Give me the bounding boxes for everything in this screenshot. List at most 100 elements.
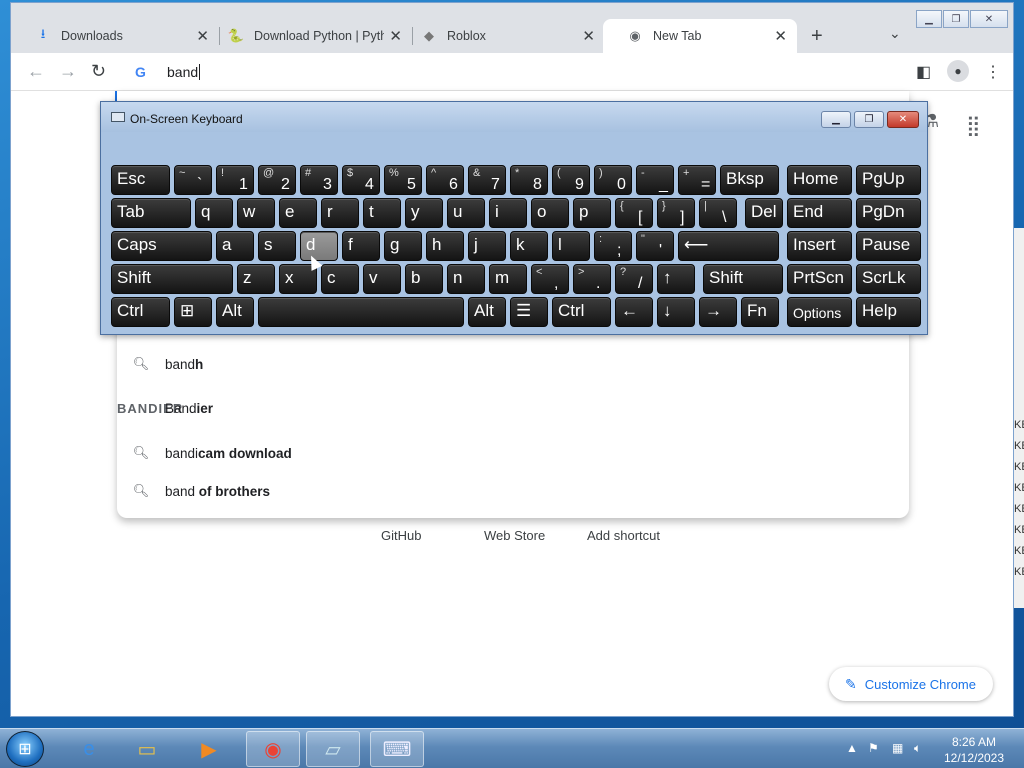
suggestion-item[interactable]: BANDIER Bandier [117, 390, 909, 426]
maximize-button[interactable]: ❐ [943, 10, 969, 28]
forward-icon[interactable]: → [59, 61, 77, 82]
key-space[interactable] [258, 297, 464, 327]
tab-search-chevron-icon[interactable]: ⌄ [889, 25, 901, 42]
key-PgUp[interactable]: PgUp [856, 165, 921, 195]
media-player-icon[interactable]: ▶ [182, 731, 236, 767]
suggestion-item[interactable]: 🔍︎ band of brothers [117, 473, 909, 509]
chrome-icon[interactable]: ◉ [246, 731, 300, 767]
key-Fn[interactable]: Fn [741, 297, 779, 327]
key-3[interactable]: #3 [300, 165, 338, 195]
key-s[interactable]: s [258, 231, 296, 261]
key-4[interactable]: $4 [342, 165, 380, 195]
key-Tab[interactable]: Tab [111, 198, 191, 228]
key-z[interactable]: z [237, 264, 275, 294]
key-8[interactable]: * 8 [510, 165, 548, 195]
key-Ctrl[interactable]: Ctrl [552, 297, 611, 327]
key-Alt[interactable]: Alt [468, 297, 506, 327]
profile-icon[interactable]: ● [947, 60, 969, 82]
key-↓[interactable]: ↓ [657, 297, 695, 327]
key-Help[interactable]: Help [856, 297, 921, 327]
key-⟵[interactable]: ⟵ [678, 231, 779, 261]
key-d[interactable]: d [300, 231, 338, 261]
key-Pause[interactable]: Pause [856, 231, 921, 261]
volume-muted-icon[interactable]: 🔈︎ [914, 741, 921, 756]
key-Del[interactable]: Del [745, 198, 783, 228]
side-panel-icon[interactable]: ◧ [916, 62, 931, 82]
osk-icon[interactable]: ⌨ [370, 731, 424, 767]
key-Esc[interactable]: Esc [111, 165, 170, 195]
key-=[interactable]: + = [678, 165, 716, 195]
key-i[interactable]: i [489, 198, 527, 228]
key-2[interactable]: @2 [258, 165, 296, 195]
customize-chrome-button[interactable]: ✎ Customize Chrome [829, 667, 993, 701]
key-q[interactable]: q [195, 198, 233, 228]
osk-close-button[interactable]: ✕ [887, 111, 919, 128]
key-9[interactable]: (9 [552, 165, 590, 195]
close-icon[interactable]: ✕ [582, 27, 595, 45]
key-n[interactable]: n [447, 264, 485, 294]
key-PrtScn[interactable]: PrtScn [787, 264, 852, 294]
menu-icon[interactable]: ⋮ [985, 62, 1001, 82]
key-t[interactable]: t [363, 198, 401, 228]
tab-downloads[interactable]: ⭳ Downloads ✕ [11, 19, 219, 53]
key-End[interactable]: End [787, 198, 852, 228]
key-r[interactable]: r [321, 198, 359, 228]
key-0[interactable]: ) 0 [594, 165, 632, 195]
tab-python[interactable]: 🐍 Download Python | Pyth ✕ [204, 19, 412, 53]
key-Insert[interactable]: Insert [787, 231, 852, 261]
key-j[interactable]: j [468, 231, 506, 261]
suggestion-item[interactable]: 🔍︎ bandicam download [117, 435, 909, 471]
close-icon[interactable]: ✕ [774, 27, 787, 45]
suggestion-item[interactable]: 🔍︎ bandh [117, 346, 909, 382]
key-b[interactable]: b [405, 264, 443, 294]
key-a[interactable]: a [216, 231, 254, 261]
key-k[interactable]: k [510, 231, 548, 261]
key-m[interactable]: m [489, 264, 527, 294]
key-Home[interactable]: Home [787, 165, 852, 195]
key-Shift[interactable]: Shift [703, 264, 783, 294]
clock[interactable]: 8:26 AM 12/12/2023 [934, 734, 1014, 766]
shortcut-web-store[interactable]: Web Store [484, 528, 545, 543]
show-hidden-icons-icon[interactable]: ▲ [846, 741, 858, 755]
omnibox[interactable]: G band [117, 57, 907, 87]
key-Options[interactable]: Options [787, 297, 852, 327]
key-f[interactable]: f [342, 231, 380, 261]
key-y[interactable]: y [405, 198, 443, 228]
key-w[interactable]: w [237, 198, 275, 228]
omnibox-input[interactable]: band [167, 64, 201, 80]
key-o[interactable]: o [531, 198, 569, 228]
key-Caps[interactable]: Caps [111, 231, 212, 261]
key-.[interactable]: >. [573, 264, 611, 294]
minimize-button[interactable]: ▁ [916, 10, 942, 28]
key-Ctrl[interactable]: Ctrl [111, 297, 170, 327]
key-v[interactable]: v [363, 264, 401, 294]
key-_[interactable]: - _ [636, 165, 674, 195]
key-Alt[interactable]: Alt [216, 297, 254, 327]
notepad-icon[interactable]: ▱ [306, 731, 360, 767]
key-→[interactable]: → [699, 297, 737, 327]
osk-title-bar[interactable]: On-Screen Keyboard ▁ ❐ ✕ [101, 102, 927, 132]
osk-minimize-button[interactable]: ▁ [821, 111, 851, 128]
key-e[interactable]: e [279, 198, 317, 228]
internet-explorer-icon[interactable]: e [62, 731, 116, 767]
key-←[interactable]: ← [615, 297, 653, 327]
reload-icon[interactable]: ↻ [91, 61, 106, 82]
start-button[interactable]: ⊞ [6, 731, 44, 767]
key-][interactable]: }] [657, 198, 695, 228]
apps-grid-icon[interactable]: ⣿ [966, 113, 981, 138]
key-h[interactable]: h [426, 231, 464, 261]
osk-maximize-button[interactable]: ❐ [854, 111, 884, 128]
shortcut-github[interactable]: GitHub [381, 528, 421, 543]
key-,[interactable]: <, [531, 264, 569, 294]
key-`[interactable]: ~ ` [174, 165, 212, 195]
back-icon[interactable]: ← [27, 61, 45, 82]
tab-roblox[interactable]: ◆ Roblox ✕ [397, 19, 605, 53]
key-☰[interactable]: ☰ [510, 297, 548, 327]
key-;[interactable]: :; [594, 231, 632, 261]
key-l[interactable]: l [552, 231, 590, 261]
key-Bksp[interactable]: Bksp [720, 165, 779, 195]
key-/[interactable]: ? / [615, 264, 653, 294]
key-6[interactable]: ^ 6 [426, 165, 464, 195]
key-⊞[interactable]: ⊞ [174, 297, 212, 327]
action-center-icon[interactable]: ⚑ [868, 741, 879, 755]
